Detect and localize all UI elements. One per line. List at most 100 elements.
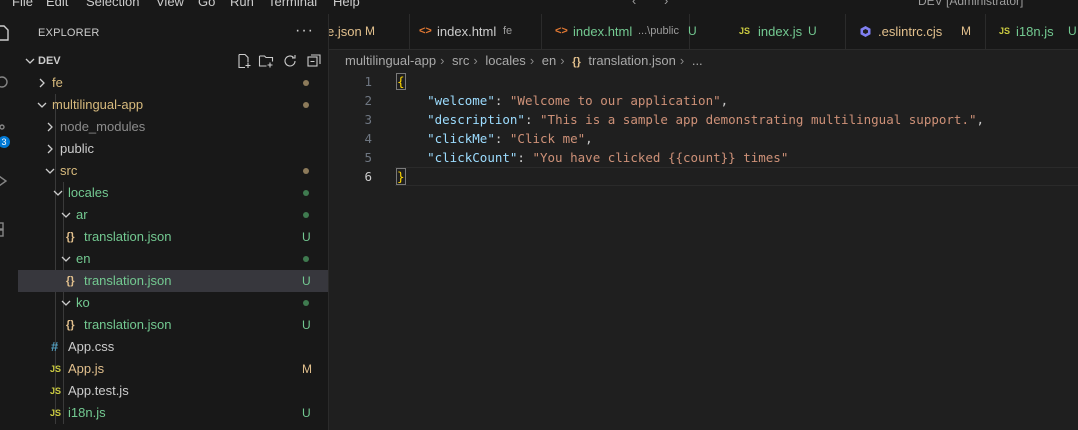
tree-item-label: App.test.js bbox=[68, 383, 129, 398]
tree-item-app-css[interactable]: # App.css bbox=[18, 336, 328, 358]
tree-item-ar-translation-json[interactable]: {} translation.json U bbox=[18, 226, 328, 248]
run-debug-icon[interactable] bbox=[0, 172, 11, 190]
chevron-down-icon bbox=[45, 168, 55, 174]
tab-i18n-js[interactable]: JS i18n.js U bbox=[985, 14, 1078, 49]
tree-item-app-js[interactable]: JS App.js M bbox=[18, 358, 328, 380]
tree-item-label: node_modules bbox=[60, 119, 146, 134]
git-status: U bbox=[302, 318, 311, 332]
css-file-icon: # bbox=[51, 339, 59, 354]
close-brace: } bbox=[396, 168, 406, 185]
chevron-right-icon bbox=[47, 122, 53, 132]
menu-selection[interactable]: Selection bbox=[86, 0, 139, 9]
tree-item-ar[interactable]: ar bbox=[18, 204, 328, 226]
forward-arrow-icon[interactable]: › bbox=[664, 0, 668, 8]
tree-item-label: locales bbox=[68, 185, 109, 200]
git-status: U bbox=[302, 406, 311, 420]
tree-item-label: ko bbox=[76, 295, 90, 310]
tree-item-i18n-js[interactable]: JS i18n.js U bbox=[18, 402, 328, 424]
chevron-right-icon: › bbox=[440, 53, 445, 68]
chevron-right-icon: › bbox=[560, 53, 565, 68]
code-editor[interactable]: 1 2 3 4 5 6 { "welcome": "Welcome to our… bbox=[329, 72, 1078, 430]
refresh-icon[interactable] bbox=[282, 53, 298, 69]
json-comma: , bbox=[976, 112, 985, 127]
modified-dot bbox=[303, 168, 309, 174]
tree-item-locales[interactable]: locales bbox=[18, 182, 328, 204]
back-arrow-icon[interactable]: ‹ bbox=[632, 0, 636, 8]
tab-label: index.html bbox=[573, 24, 633, 39]
tab-index-html-fe[interactable]: <> index.html fe bbox=[409, 14, 542, 49]
chevron-down-icon bbox=[61, 212, 71, 218]
js-file-icon: JS bbox=[739, 26, 751, 36]
chevron-down-icon bbox=[61, 256, 71, 262]
line-number: 6 bbox=[364, 169, 372, 184]
tree-item-label: fe bbox=[52, 75, 63, 90]
menu-run[interactable]: Run bbox=[230, 0, 254, 9]
tree-item-label: public bbox=[60, 141, 94, 156]
tree-item-label: en bbox=[76, 251, 91, 266]
current-line-highlight bbox=[395, 167, 1078, 186]
menu-help[interactable]: Help bbox=[333, 0, 360, 9]
line-number: 2 bbox=[364, 93, 372, 108]
tree-item-public[interactable]: public bbox=[18, 138, 328, 160]
tree-item-ko[interactable]: ko bbox=[18, 292, 328, 314]
tab-package-json[interactable]: e.json M bbox=[329, 14, 410, 49]
new-folder-icon[interactable] bbox=[258, 53, 274, 69]
chevron-right-icon: › bbox=[473, 53, 478, 68]
tree-item-fe[interactable]: fe bbox=[18, 72, 328, 94]
breadcrumb-item[interactable]: multilingual-app bbox=[345, 53, 436, 68]
menu-terminal[interactable]: Terminal bbox=[268, 0, 317, 9]
tab-index-html-public[interactable]: <> index.html ...\public U bbox=[541, 14, 697, 49]
html-file-icon: <> bbox=[419, 25, 432, 37]
json-key: "clickMe" bbox=[427, 131, 495, 146]
code-line: { bbox=[396, 72, 406, 91]
tree-item-multilingual-app[interactable]: multilingual-app bbox=[18, 94, 328, 116]
menu-go[interactable]: Go bbox=[198, 0, 215, 9]
extensions-icon[interactable] bbox=[0, 219, 11, 237]
tab-eslintrc-cjs[interactable]: .eslintrc.cjs M bbox=[845, 14, 986, 49]
breadcrumb-item[interactable]: en bbox=[542, 53, 556, 68]
breadcrumb-item[interactable]: ... bbox=[692, 53, 703, 68]
tab-label: index.js bbox=[758, 24, 803, 39]
json-key: "description" bbox=[427, 112, 525, 127]
search-icon[interactable] bbox=[0, 74, 11, 92]
code-line: "clickCount": "You have clicked {{count}… bbox=[427, 150, 789, 165]
tree-item-label: translation.json bbox=[84, 317, 172, 332]
chevron-right-icon bbox=[47, 144, 53, 154]
collapse-all-icon[interactable] bbox=[306, 53, 322, 69]
tree-item-app-test-js[interactable]: JS App.test.js bbox=[18, 380, 328, 402]
breadcrumb-item[interactable]: locales bbox=[485, 53, 525, 68]
tab-description: fe bbox=[503, 25, 513, 37]
html-file-icon: <> bbox=[555, 25, 568, 37]
editor-tabs: e.json M <> index.html fe <> index.html … bbox=[329, 14, 1078, 50]
tree-item-ko-translation-json[interactable]: {} translation.json U bbox=[18, 314, 328, 336]
chevron-down-icon bbox=[61, 300, 71, 306]
tab-index-js[interactable]: JS index.js U bbox=[725, 14, 846, 49]
more-actions-icon[interactable]: ··· bbox=[295, 22, 314, 40]
json-comma: , bbox=[585, 131, 593, 146]
new-file-icon[interactable] bbox=[236, 53, 252, 69]
chevron-down-icon bbox=[25, 58, 35, 64]
tree-item-en[interactable]: en bbox=[18, 248, 328, 270]
menu-file[interactable]: File bbox=[12, 0, 33, 9]
tree-item-node-modules[interactable]: node_modules bbox=[18, 116, 328, 138]
json-file-icon: {} bbox=[66, 275, 75, 287]
code-line: "welcome": "Welcome to our application", bbox=[427, 93, 729, 108]
json-value: "You have clicked {{count}} times" bbox=[532, 150, 789, 165]
tree-item-src[interactable]: src bbox=[18, 160, 328, 182]
js-file-icon: JS bbox=[50, 386, 62, 396]
breadcrumb-item[interactable]: translation.json bbox=[588, 53, 675, 68]
eslint-icon bbox=[860, 26, 871, 37]
tree-item-en-translation-json[interactable]: {} translation.json U bbox=[18, 270, 328, 292]
menu-edit[interactable]: Edit bbox=[46, 0, 68, 9]
js-file-icon: JS bbox=[50, 364, 62, 374]
code-line: "description": "This is a sample app dem… bbox=[427, 112, 985, 127]
menu-view[interactable]: View bbox=[156, 0, 184, 9]
tab-description: ...\public bbox=[638, 25, 679, 37]
files-icon[interactable] bbox=[0, 24, 11, 42]
workspace-root[interactable]: DEV bbox=[18, 50, 328, 72]
breadcrumb-item[interactable]: src bbox=[452, 53, 469, 68]
js-file-icon: JS bbox=[50, 408, 62, 418]
activity-bar: 3 bbox=[0, 14, 19, 430]
workspace-root-label: DEV bbox=[38, 55, 61, 67]
modified-dot bbox=[303, 80, 309, 86]
